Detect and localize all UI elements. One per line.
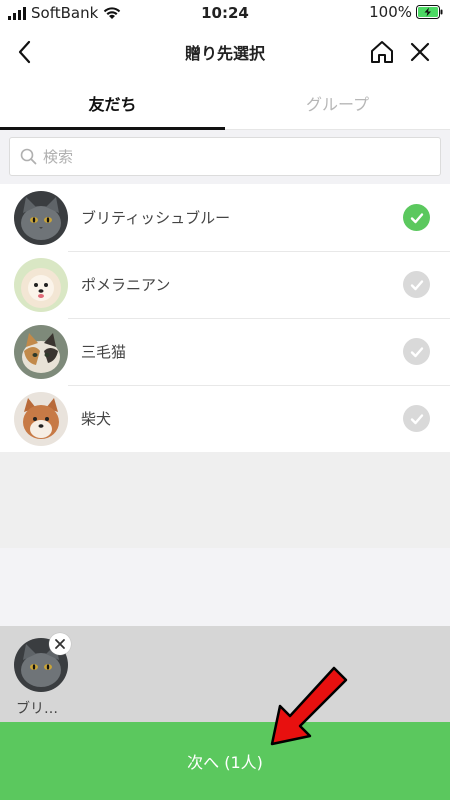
tab-friends[interactable]: 友だち: [0, 76, 225, 130]
unselected-check[interactable]: [403, 338, 430, 365]
check-icon: [410, 212, 423, 223]
avatar: [14, 190, 68, 245]
search-area: 検索: [0, 130, 450, 184]
empty-area-lower: [0, 548, 450, 626]
remove-selected-button[interactable]: [49, 633, 71, 655]
list-item[interactable]: ポメラニアン: [0, 251, 450, 318]
home-button[interactable]: [368, 38, 396, 66]
unselected-check[interactable]: [403, 271, 430, 298]
battery-percent: 100%: [369, 3, 412, 21]
list-item[interactable]: 三毛猫: [0, 318, 450, 385]
next-button[interactable]: 次へ (1人): [0, 722, 450, 800]
tab-groups[interactable]: グループ: [225, 76, 450, 129]
friend-name: 柴犬: [81, 410, 112, 428]
status-bar: SoftBank 10:24 100%: [0, 0, 450, 26]
close-icon: [410, 42, 430, 62]
friend-name: ポメラニアン: [81, 276, 171, 294]
search-placeholder: 検索: [43, 148, 74, 166]
battery-charging-icon: [416, 5, 443, 19]
close-icon: [55, 639, 65, 649]
friend-list: ブリティッシュブルー ポメラニアン 三毛猫 柴犬: [0, 184, 450, 452]
unselected-check[interactable]: [403, 405, 430, 432]
close-button[interactable]: [406, 38, 434, 66]
status-right: 100%: [369, 3, 444, 21]
check-icon: [410, 413, 423, 424]
empty-area: [0, 452, 450, 548]
navigation-bar: 贈り先選択: [0, 26, 450, 76]
avatar: [14, 324, 68, 379]
tab-bar: 友だち グループ: [0, 76, 450, 130]
friend-name: 三毛猫: [81, 343, 127, 361]
list-item[interactable]: 柴犬: [0, 385, 450, 452]
check-icon: [410, 279, 423, 290]
calico-cat-avatar-icon: [14, 324, 68, 379]
avatar: [14, 391, 68, 446]
next-button-label: 次へ (1人): [187, 753, 263, 772]
list-item[interactable]: ブリティッシュブルー: [0, 184, 450, 251]
pomeranian-avatar-icon: [14, 257, 68, 312]
selected-friends-bar: ブリ…: [0, 626, 450, 722]
search-icon: [20, 148, 37, 165]
check-icon: [410, 346, 423, 357]
cat-avatar-icon: [14, 190, 68, 245]
selected-check[interactable]: [403, 204, 430, 231]
avatar: [14, 257, 68, 312]
shiba-avatar-icon: [14, 391, 68, 446]
annotation-arrow-icon: [270, 666, 348, 746]
home-icon: [371, 41, 393, 63]
friend-name: ブリティッシュブルー: [81, 209, 231, 227]
selected-friend-name: ブリ…: [16, 701, 58, 717]
search-input[interactable]: 検索: [9, 137, 441, 176]
